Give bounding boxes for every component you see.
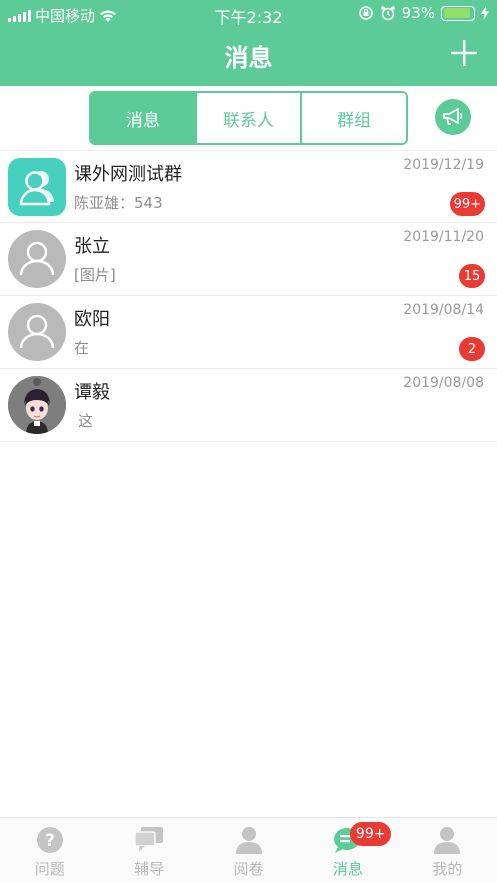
- conversation-list: 课外网测试群 陈亚雄：543 2019/12/19 99+ 张立 [图片] 20…: [0, 150, 497, 442]
- battery-percent: 93%: [401, 4, 435, 22]
- grading-icon: [235, 827, 262, 854]
- tab-profile[interactable]: 我的: [398, 818, 497, 883]
- user-avatar-icon: [8, 230, 66, 288]
- unread-badge: 15: [459, 264, 485, 288]
- tab-label: 我的: [432, 860, 463, 878]
- tab-label: 消息: [332, 860, 363, 878]
- tab-label: 问题: [34, 860, 65, 878]
- announcement-button[interactable]: [435, 99, 471, 135]
- conversation-row[interactable]: 张立 [图片] 2019/11/20 15: [0, 223, 497, 296]
- tab-groups[interactable]: 群组: [300, 93, 406, 143]
- conversation-date: 2019/12/19: [403, 157, 484, 173]
- question-icon: ?: [36, 827, 63, 853]
- tab-messages[interactable]: 消息: [91, 93, 195, 143]
- conversation-preview: 陈亚雄：543: [74, 194, 163, 212]
- tutoring-icon: [134, 827, 164, 852]
- tab-questions[interactable]: ? 问题: [0, 818, 99, 883]
- charging-icon: [481, 6, 489, 20]
- conversation-preview: [图片]: [74, 266, 116, 284]
- conversation-preview: 这: [78, 412, 94, 430]
- unread-badge: 2: [459, 337, 485, 361]
- group-avatar-icon: [8, 158, 66, 216]
- megaphone-icon: [443, 108, 463, 125]
- unread-badge: 99+: [449, 192, 485, 216]
- status-bar: 中国移动 下午2:32 93%: [0, 0, 497, 28]
- conversation-date: 2019/08/08: [403, 375, 484, 391]
- conversation-row[interactable]: 课外网测试群 陈亚雄：543 2019/12/19 99+: [0, 150, 497, 223]
- conversation-preview: 在: [74, 339, 90, 357]
- tab-label: 辅导: [134, 860, 165, 878]
- conversation-name: 欧阳: [74, 309, 110, 330]
- tab-tutoring[interactable]: 辅导: [99, 818, 198, 883]
- conversation-name: 张立: [74, 236, 110, 257]
- conversation-row[interactable]: 谭毅 这 2019/08/08: [0, 369, 497, 442]
- tab-contacts[interactable]: 联系人: [194, 93, 301, 143]
- conversation-date: 2019/08/14: [403, 302, 484, 318]
- svg-text:?: ?: [45, 831, 55, 851]
- add-icon[interactable]: [451, 40, 477, 66]
- page-title: 消息: [224, 44, 273, 72]
- rotation-lock-icon: [358, 6, 373, 20]
- tab-unread-badge: 99+: [349, 822, 392, 846]
- conversation-row[interactable]: 欧阳 在 2019/08/14 2: [0, 296, 497, 369]
- conversation-name: 课外网测试群: [74, 164, 182, 185]
- alarm-icon: [380, 6, 395, 21]
- photo-avatar: [8, 376, 66, 434]
- conversation-name: 谭毅: [74, 382, 110, 403]
- tab-label: 阅卷: [233, 860, 264, 878]
- header: 中国移动 下午2:32 93% 消息: [0, 0, 497, 86]
- tab-messages-nav[interactable]: 消息 99+: [298, 818, 397, 883]
- bottom-tab-bar: ? 问题 辅导 阅卷 消息 99+ 我的: [0, 817, 497, 883]
- user-avatar-icon: [8, 303, 66, 361]
- battery-icon: [441, 5, 475, 21]
- segment-control: 消息 联系人 群组: [89, 91, 408, 145]
- conversation-date: 2019/11/20: [403, 229, 484, 245]
- profile-icon: [434, 827, 461, 854]
- tab-grading[interactable]: 阅卷: [199, 818, 298, 883]
